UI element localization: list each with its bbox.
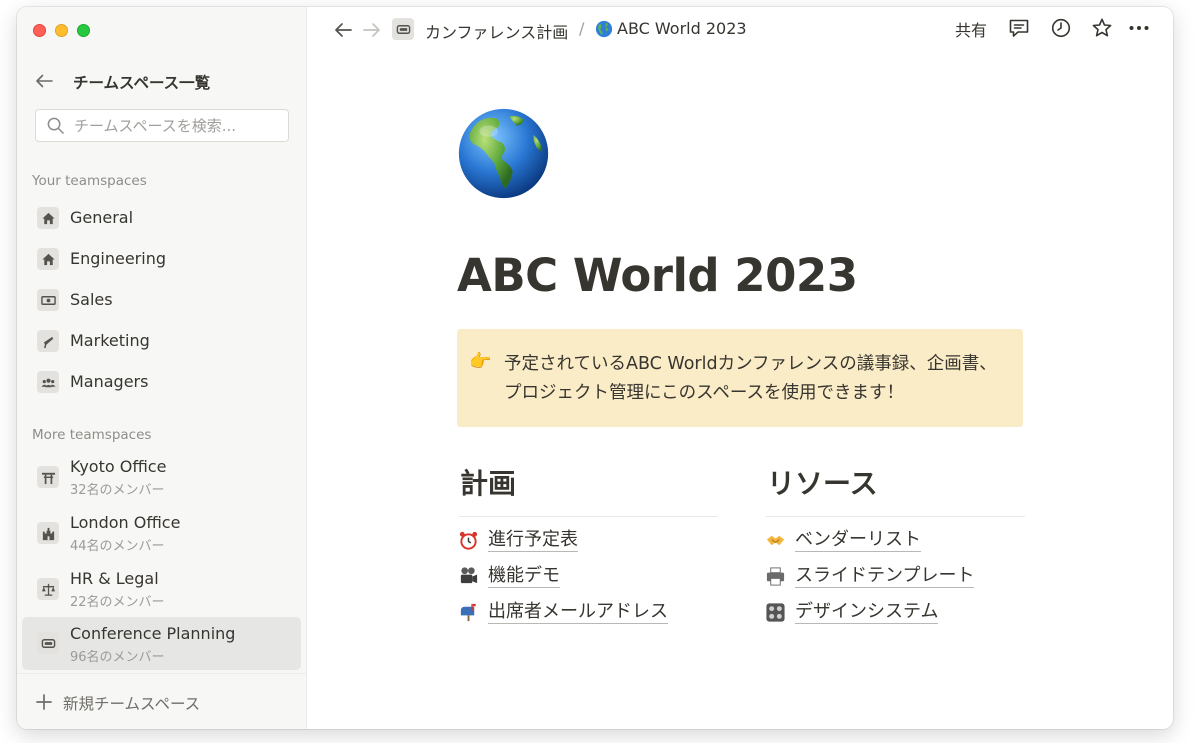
globe-americas-icon[interactable] <box>457 107 550 200</box>
link-label: デザインシステム <box>795 600 939 624</box>
column-divider <box>766 516 1025 517</box>
close-window-button[interactable] <box>33 24 46 37</box>
search-icon <box>47 117 64 134</box>
home-icon <box>37 248 59 270</box>
sidebar-item-label: Conference Planning <box>70 624 236 643</box>
page-title[interactable]: ABC World 2023 <box>457 249 858 302</box>
sidebar-item-sales[interactable]: Sales <box>22 282 301 318</box>
handshake-icon <box>763 529 787 551</box>
window-controls <box>33 24 90 37</box>
star-icon[interactable] <box>1090 16 1114 40</box>
app-window: チームスペース一覧 Your teamspaces General Engine… <box>17 7 1173 729</box>
pointing-hand-icon: 👉 <box>469 351 492 372</box>
projector-icon <box>37 632 59 654</box>
main-content: カンファレンス計画 / ABC World 2023 共有 ABC World … <box>307 7 1173 729</box>
sidebar-item-label: General <box>70 208 134 227</box>
megaphone-icon <box>37 330 59 352</box>
mailbox-icon <box>456 601 480 623</box>
link-attendee-emails[interactable]: 出席者メールアドレス <box>456 598 668 626</box>
forward-arrow-icon[interactable] <box>360 18 384 42</box>
link-label: 進行予定表 <box>488 528 578 552</box>
member-count: 44名のメンバー <box>70 539 165 554</box>
link-label: ベンダーリスト <box>795 528 921 552</box>
minimize-window-button[interactable] <box>55 24 68 37</box>
sidebar-item-london-office[interactable]: London Office 44名のメンバー <box>22 508 301 560</box>
column-heading-resources[interactable]: リソース <box>767 462 878 502</box>
link-label: 機能デモ <box>488 564 560 588</box>
sidebar-item-label: HR & Legal <box>70 569 159 588</box>
breadcrumb-parent[interactable]: カンファレンス計画 <box>425 19 568 43</box>
link-label: スライドテンプレート <box>795 564 975 588</box>
home-icon <box>37 207 59 229</box>
sidebar-item-marketing[interactable]: Marketing <box>22 323 301 359</box>
sidebar-item-managers[interactable]: Managers <box>22 364 301 400</box>
link-slide-template[interactable]: スライドテンプレート <box>763 562 975 590</box>
globe-icon <box>595 20 613 37</box>
people-icon <box>37 371 59 393</box>
sidebar-item-hr-legal[interactable]: HR & Legal 22名のメンバー <box>22 564 301 616</box>
back-arrow-icon[interactable] <box>331 18 355 42</box>
new-teamspace-label: 新規チームスペース <box>63 695 201 713</box>
link-vendor-list[interactable]: ベンダーリスト <box>763 526 921 554</box>
plus-icon <box>36 694 52 710</box>
link-feature-demo[interactable]: 機能デモ <box>456 562 560 590</box>
movie-camera-icon <box>456 565 480 587</box>
sidebar-item-general[interactable]: General <box>22 200 301 236</box>
member-count: 22名のメンバー <box>70 595 165 610</box>
printer-icon <box>763 565 787 587</box>
link-label: 出席者メールアドレス <box>488 600 668 624</box>
torii-icon <box>37 466 59 488</box>
zoom-window-button[interactable] <box>77 24 90 37</box>
money-icon <box>37 289 59 311</box>
member-count: 96名のメンバー <box>70 650 165 665</box>
sidebar: チームスペース一覧 Your teamspaces General Engine… <box>17 7 307 729</box>
share-button[interactable]: 共有 <box>955 17 987 41</box>
search-input[interactable] <box>74 116 274 135</box>
callout-text: 予定されているABC Worldカンファレンスの議事録、企画書、プロジェクト管理… <box>504 354 997 403</box>
alarm-clock-icon <box>456 529 480 551</box>
sidebar-item-label: Managers <box>70 372 149 391</box>
callout-block[interactable]: 👉 予定されているABC Worldカンファレンスの議事録、企画書、プロジェクト… <box>457 329 1023 427</box>
back-arrow-icon[interactable] <box>33 70 55 92</box>
sidebar-item-label: London Office <box>70 513 181 532</box>
more-teamspaces-label: More teamspaces <box>32 427 152 443</box>
history-clock-icon[interactable] <box>1049 16 1073 40</box>
sidebar-item-label: Engineering <box>70 249 166 268</box>
more-options-icon[interactable] <box>1127 16 1151 40</box>
comment-icon[interactable] <box>1007 16 1031 40</box>
sidebar-item-kyoto-office[interactable]: Kyoto Office 32名のメンバー <box>22 452 301 504</box>
breadcrumb-separator: / <box>579 19 585 38</box>
sidebar-item-label: Sales <box>70 290 113 309</box>
scales-icon <box>37 578 59 600</box>
sidebar-item-label: Kyoto Office <box>70 457 167 476</box>
sidebar-item-label: Marketing <box>70 331 150 350</box>
castle-icon <box>37 522 59 544</box>
control-knobs-icon <box>763 601 787 623</box>
your-teamspaces-label: Your teamspaces <box>32 173 147 189</box>
teamspace-search[interactable] <box>35 109 289 142</box>
top-bar: カンファレンス計画 / ABC World 2023 共有 <box>307 7 1173 52</box>
sidebar-title: チームスペース一覧 <box>73 74 211 92</box>
new-teamspace-button[interactable]: 新規チームスペース <box>17 673 306 729</box>
breadcrumb-current-label: ABC World 2023 <box>617 19 747 38</box>
breadcrumb-current[interactable]: ABC World 2023 <box>595 19 747 38</box>
column-heading-plan[interactable]: 計画 <box>460 462 516 502</box>
projector-icon <box>392 18 414 40</box>
member-count: 32名のメンバー <box>70 483 165 498</box>
sidebar-item-engineering[interactable]: Engineering <box>22 241 301 277</box>
column-divider <box>459 516 718 517</box>
link-design-system[interactable]: デザインシステム <box>763 598 939 626</box>
sidebar-item-conference-planning[interactable]: Conference Planning 96名のメンバー <box>22 617 301 670</box>
link-schedule[interactable]: 進行予定表 <box>456 526 578 554</box>
